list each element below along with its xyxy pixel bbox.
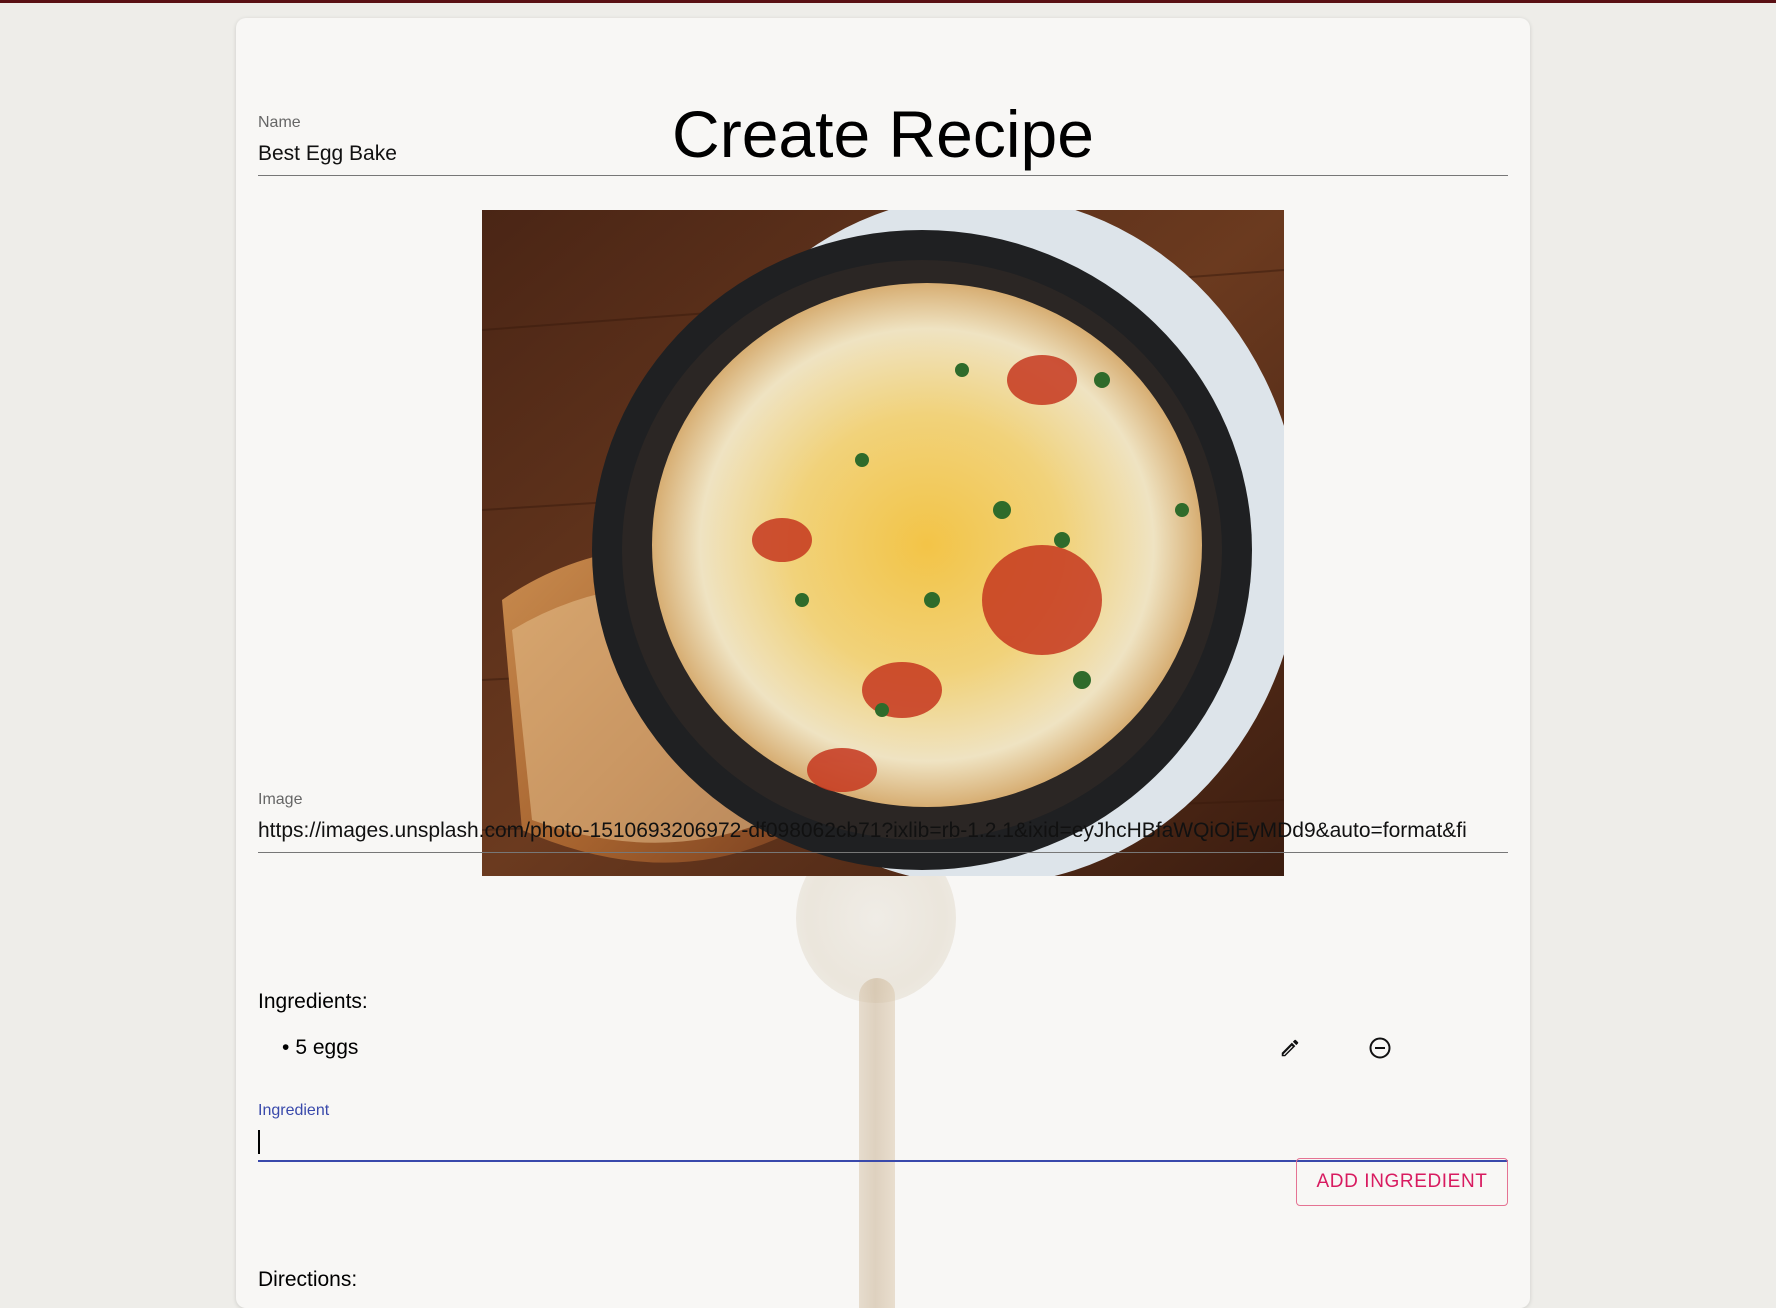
image-field: Image: [258, 791, 1508, 853]
ingredient-input[interactable]: [258, 1122, 1508, 1162]
text-caret: [258, 1130, 260, 1155]
ingredient-label: 5 eggs: [295, 1036, 359, 1059]
minus-circle-icon: [1369, 1037, 1391, 1059]
pencil-icon: [1281, 1039, 1299, 1057]
ingredient-field: Ingredient: [258, 1102, 1508, 1162]
edit-ingredient-button[interactable]: [1272, 1030, 1308, 1066]
ingredient-item-text: • 5 eggs: [282, 1036, 358, 1060]
bullet: •: [282, 1036, 290, 1059]
image-url-input[interactable]: [258, 811, 1508, 853]
directions-heading: Directions:: [258, 1268, 358, 1291]
name-field: Name: [258, 114, 1508, 176]
add-ingredient-button[interactable]: ADD INGREDIENT: [1296, 1158, 1508, 1206]
ingredient-label: Ingredient: [258, 1102, 330, 1119]
ingredients-heading: Ingredients:: [258, 990, 368, 1013]
top-bar: [0, 0, 1776, 3]
remove-ingredient-button[interactable]: [1362, 1030, 1398, 1066]
name-input[interactable]: [258, 134, 1508, 176]
recipe-photo: [482, 210, 1284, 876]
recipe-form-card: Create Recipe Name Best Egg Bake Image h…: [236, 18, 1530, 1308]
name-label: Name: [258, 114, 301, 131]
ingredient-list-item: • 5 eggs: [258, 1030, 1508, 1066]
image-label: Image: [258, 791, 303, 808]
